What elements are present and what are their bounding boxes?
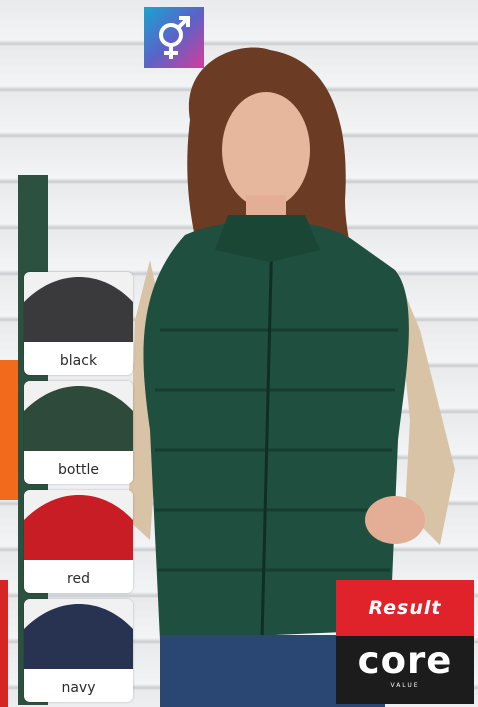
brand-name: Result <box>368 597 442 619</box>
logo-bottom: core VALUE <box>336 636 474 704</box>
vest-thumbnail <box>24 490 133 560</box>
gender-badge <box>144 7 204 68</box>
swatch-bottle[interactable]: bottle <box>24 381 133 484</box>
swatch-black[interactable]: black <box>24 272 133 375</box>
brand-logo: Result core VALUE <box>336 580 474 704</box>
unisex-icon <box>159 15 190 59</box>
product-image: black bottle red navy Result core VALUE <box>0 0 478 707</box>
swatch-red[interactable]: red <box>24 490 133 593</box>
color-swatch-list: black bottle red navy <box>24 272 133 707</box>
product-line: core <box>357 639 453 682</box>
vest-thumbnail <box>24 272 133 342</box>
swatch-label: red <box>67 571 90 587</box>
logo-top: Result <box>336 580 474 636</box>
swatch-label: navy <box>61 680 96 696</box>
vest-thumbnail <box>24 381 133 451</box>
tagline: VALUE <box>390 682 420 689</box>
vest-thumbnail <box>24 599 133 669</box>
swatch-label: bottle <box>58 462 99 478</box>
swatch-navy[interactable]: navy <box>24 599 133 702</box>
swatch-label: black <box>59 353 98 369</box>
